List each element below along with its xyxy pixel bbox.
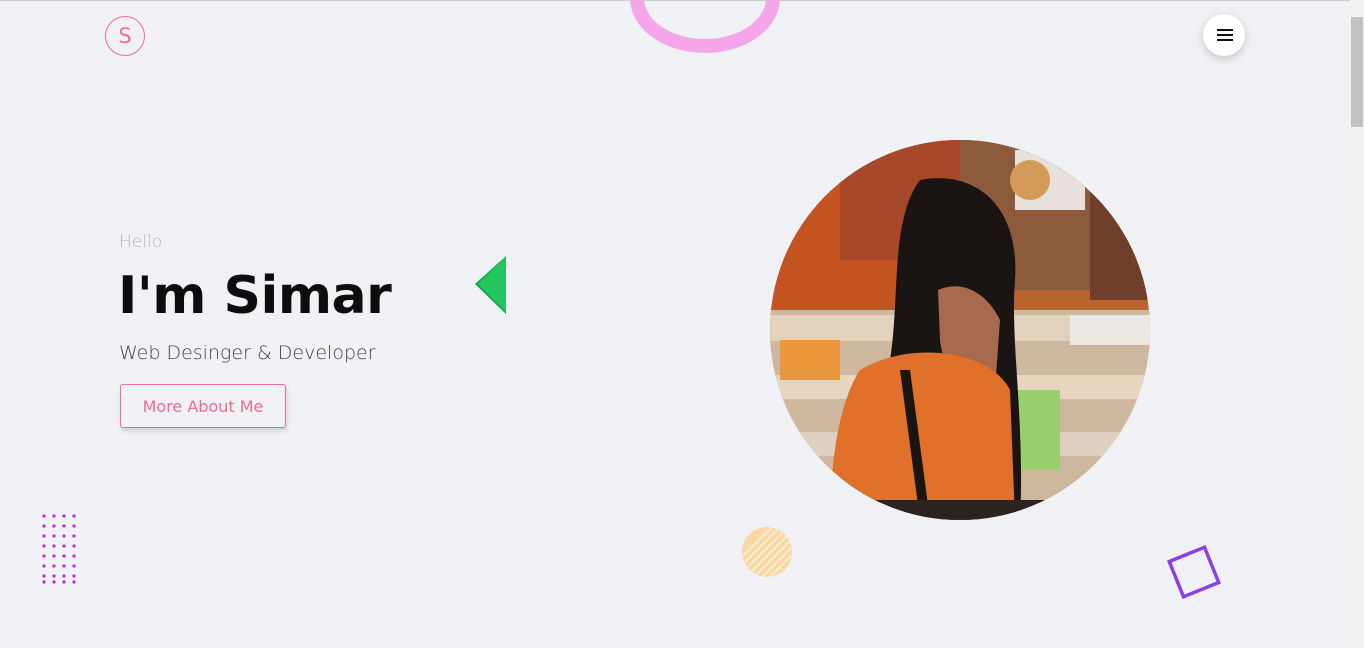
logo-letter: S — [118, 24, 132, 48]
profile-photo-illustration — [770, 140, 1150, 520]
more-about-me-button[interactable]: More About Me — [120, 384, 286, 428]
hero-headline: I'm Simar — [118, 266, 392, 326]
profile-photo — [770, 140, 1150, 520]
greeting-text: Hello — [119, 232, 163, 252]
pink-ring-decoration — [630, 0, 780, 53]
green-triangle-decoration — [475, 256, 506, 314]
hero-subtitle: Web Desinger & Developer — [119, 342, 376, 364]
scrollbar-thumb[interactable] — [1351, 17, 1363, 127]
menu-button[interactable] — [1203, 14, 1245, 56]
rotated-square-decoration — [1166, 544, 1222, 600]
logo[interactable]: S — [105, 16, 145, 56]
page-scrollbar[interactable] — [1350, 0, 1364, 648]
hamburger-icon — [1217, 29, 1233, 31]
striped-circle-decoration — [742, 527, 792, 577]
dot-grid-decoration — [42, 514, 76, 584]
